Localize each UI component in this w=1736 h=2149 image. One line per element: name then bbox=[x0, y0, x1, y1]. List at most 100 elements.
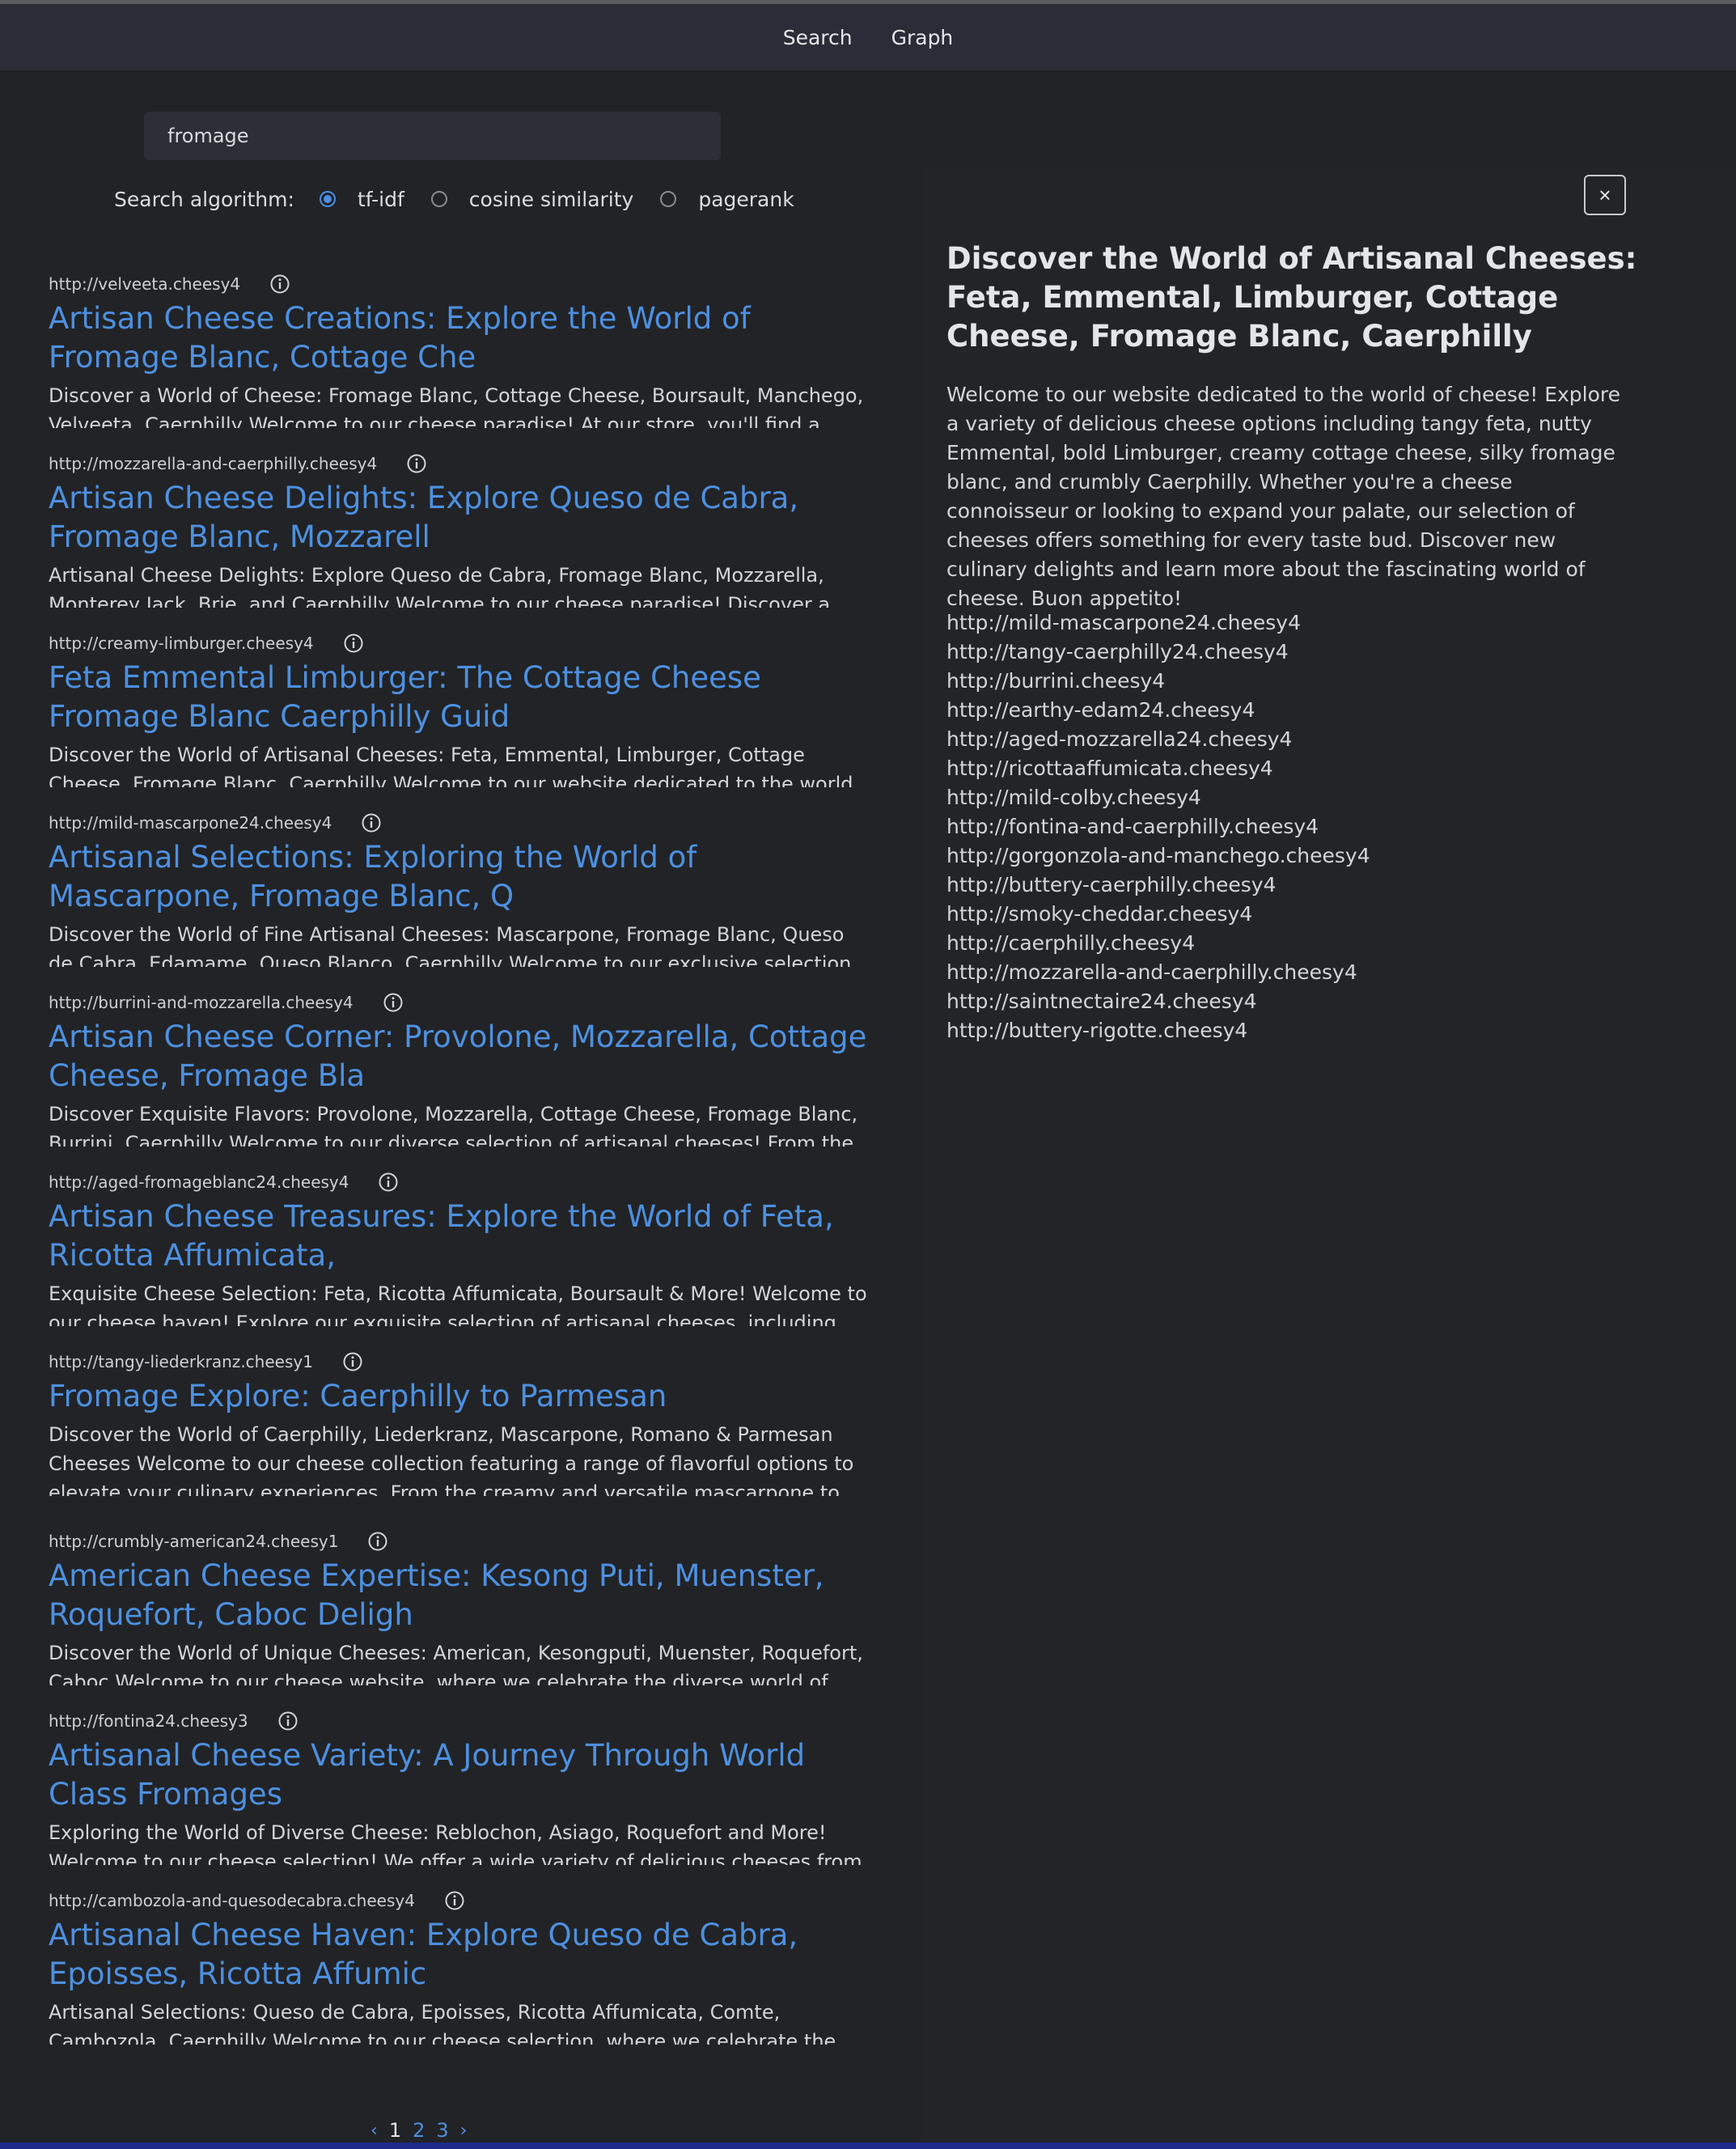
result-snippet: Artisanal Selections: Queso de Cabra, Ep… bbox=[49, 2001, 836, 2045]
bottom-strip bbox=[0, 2143, 1736, 2149]
result-url-row: http://velveeta.cheesy4 bbox=[49, 270, 874, 298]
results-list: http://velveeta.cheesy4 Artisan Cheese Cr… bbox=[49, 270, 874, 2066]
radio-pagerank-label[interactable]: pagerank bbox=[698, 188, 794, 211]
result-snippet: Discover Exquisite Flavors: Provolone, M… bbox=[49, 1103, 858, 1147]
result-item: http://burrini-and-mozzarella.cheesy4 Art… bbox=[49, 989, 874, 1168]
result-title-link[interactable]: Artisan Cheese Treasures: Explore the Wo… bbox=[49, 1197, 874, 1275]
close-detail-button[interactable]: × bbox=[1584, 175, 1626, 215]
result-url-row: http://mozzarella-and-caerphilly.cheesy4 bbox=[49, 450, 874, 477]
pagination-page-2[interactable]: 2 bbox=[413, 2119, 425, 2142]
result-snippet: Discover the World of Caerphilly, Lieder… bbox=[49, 1423, 854, 1496]
detail-link[interactable]: http://saintnectaire24.cheesy4 bbox=[946, 987, 1634, 1016]
result-title-link[interactable]: Artisanal Cheese Haven: Explore Queso de… bbox=[49, 1916, 874, 1994]
result-item: http://velveeta.cheesy4 Artisan Cheese Cr… bbox=[49, 270, 874, 450]
result-url[interactable]: http://tangy-liederkranz.cheesy1 bbox=[49, 1352, 313, 1371]
detail-link[interactable]: http://tangy-caerphilly24.cheesy4 bbox=[946, 638, 1634, 667]
result-title-link[interactable]: Artisan Cheese Corner: Provolone, Mozzar… bbox=[49, 1018, 874, 1096]
result-url[interactable]: http://crumbly-american24.cheesy1 bbox=[49, 1532, 338, 1551]
top-nav-bar: Search Graph bbox=[0, 0, 1736, 71]
result-url-row: http://fontina24.cheesy3 bbox=[49, 1707, 874, 1735]
result-url-row: http://crumbly-american24.cheesy1 bbox=[49, 1528, 874, 1555]
result-item: http://mild-mascarpone24.cheesy4 Artisana… bbox=[49, 809, 874, 989]
detail-description: Welcome to our website dedicated to the … bbox=[946, 383, 1621, 610]
result-title-link[interactable]: Artisanal Cheese Variety: A Journey Thro… bbox=[49, 1736, 874, 1814]
result-item: http://mozzarella-and-caerphilly.cheesy4… bbox=[49, 450, 874, 629]
detail-link[interactable]: http://smoky-cheddar.cheesy4 bbox=[946, 900, 1634, 929]
result-item: http://crumbly-american24.cheesy1 America… bbox=[49, 1528, 874, 1707]
result-url[interactable]: http://mild-mascarpone24.cheesy4 bbox=[49, 813, 332, 833]
result-url[interactable]: http://fontina24.cheesy3 bbox=[49, 1711, 248, 1731]
result-url[interactable]: http://cambozola-and-quesodecabra.cheesy… bbox=[49, 1891, 415, 1910]
algorithm-selector: Search algorithm: tf-idf cosine similari… bbox=[114, 184, 821, 214]
result-item: http://fontina24.cheesy3 Artisanal Cheese… bbox=[49, 1707, 874, 1887]
detail-link[interactable]: http://mild-colby.cheesy4 bbox=[946, 783, 1634, 812]
info-icon[interactable] bbox=[343, 633, 364, 654]
radio-tfidf[interactable] bbox=[319, 191, 336, 207]
detail-link[interactable]: http://buttery-caerphilly.cheesy4 bbox=[946, 871, 1634, 900]
detail-title: Discover the World of Artisanal Cheeses:… bbox=[946, 241, 1637, 354]
result-title-link[interactable]: Artisan Cheese Delights: Explore Queso d… bbox=[49, 479, 874, 557]
result-url-row: http://cambozola-and-quesodecabra.cheesy… bbox=[49, 1887, 874, 1914]
detail-link[interactable]: http://gorgonzola-and-manchego.cheesy4 bbox=[946, 841, 1634, 871]
result-snippet: Discover the World of Artisanal Cheeses:… bbox=[49, 744, 853, 787]
result-url-row: http://creamy-limburger.cheesy4 bbox=[49, 629, 874, 657]
result-url-row: http://burrini-and-mozzarella.cheesy4 bbox=[49, 989, 874, 1016]
info-icon[interactable] bbox=[444, 1890, 465, 1911]
detail-link[interactable]: http://caerphilly.cheesy4 bbox=[946, 929, 1634, 958]
result-snippet: Discover a World of Cheese: Fromage Blan… bbox=[49, 384, 864, 428]
algorithm-label: Search algorithm: bbox=[114, 187, 294, 211]
info-icon[interactable] bbox=[406, 453, 427, 474]
result-item: http://cambozola-and-quesodecabra.cheesy… bbox=[49, 1887, 874, 2066]
info-icon[interactable] bbox=[269, 273, 290, 295]
detail-link[interactable]: http://fontina-and-caerphilly.cheesy4 bbox=[946, 812, 1634, 841]
detail-link[interactable]: http://aged-mozzarella24.cheesy4 bbox=[946, 725, 1634, 754]
nav-graph-link[interactable]: Graph bbox=[891, 26, 954, 49]
result-snippet: Exquisite Cheese Selection: Feta, Ricott… bbox=[49, 1282, 867, 1326]
pagination: ‹ 1 2 3 › bbox=[370, 2116, 467, 2145]
detail-link[interactable]: http://buttery-rigotte.cheesy4 bbox=[946, 1016, 1634, 1045]
result-title-link[interactable]: Fromage Explore: Caerphilly to Parmesan bbox=[49, 1377, 874, 1416]
search-input[interactable] bbox=[167, 125, 697, 147]
detail-link[interactable]: http://earthy-edam24.cheesy4 bbox=[946, 696, 1634, 725]
search-field-container bbox=[144, 112, 721, 160]
result-snippet: Artisanal Cheese Delights: Explore Queso… bbox=[49, 564, 831, 608]
detail-links-list: http://mild-mascarpone24.cheesy4 http://t… bbox=[946, 608, 1634, 1045]
radio-cosine-similarity-label[interactable]: cosine similarity bbox=[469, 188, 634, 211]
result-item: http://creamy-limburger.cheesy4 Feta Emme… bbox=[49, 629, 874, 809]
detail-link[interactable]: http://mild-mascarpone24.cheesy4 bbox=[946, 608, 1634, 638]
result-url[interactable]: http://aged-fromageblanc24.cheesy4 bbox=[49, 1172, 349, 1192]
pagination-next-button[interactable]: › bbox=[460, 2121, 468, 2141]
radio-cosine-similarity[interactable] bbox=[430, 191, 447, 207]
nav-search-link[interactable]: Search bbox=[783, 26, 853, 49]
info-icon[interactable] bbox=[342, 1351, 363, 1372]
detail-link[interactable]: http://ricottaaffumicata.cheesy4 bbox=[946, 754, 1634, 783]
result-url[interactable]: http://creamy-limburger.cheesy4 bbox=[49, 634, 314, 653]
result-snippet: Discover the World of Fine Artisanal Che… bbox=[49, 923, 852, 967]
info-icon[interactable] bbox=[361, 812, 382, 833]
pagination-page-1[interactable]: 1 bbox=[389, 2119, 401, 2142]
result-snippet: Discover the World of Unique Cheeses: Am… bbox=[49, 1642, 863, 1685]
info-icon[interactable] bbox=[277, 1710, 299, 1731]
result-url-row: http://tangy-liederkranz.cheesy1 bbox=[49, 1348, 874, 1375]
result-url[interactable]: http://mozzarella-and-caerphilly.cheesy4 bbox=[49, 454, 377, 473]
result-url[interactable]: http://velveeta.cheesy4 bbox=[49, 274, 240, 294]
result-title-link[interactable]: Artisanal Selections: Exploring the Worl… bbox=[49, 838, 874, 916]
pagination-prev-button[interactable]: ‹ bbox=[370, 2121, 378, 2141]
pagination-page-3[interactable]: 3 bbox=[436, 2119, 448, 2142]
radio-tfidf-label[interactable]: tf-idf bbox=[358, 188, 404, 211]
info-icon[interactable] bbox=[367, 1531, 388, 1552]
result-title-link[interactable]: Feta Emmental Limburger: The Cottage Che… bbox=[49, 659, 874, 736]
detail-link[interactable]: http://burrini.cheesy4 bbox=[946, 667, 1634, 696]
result-item: http://aged-fromageblanc24.cheesy4 Artisa… bbox=[49, 1168, 874, 1348]
result-snippet: Exploring the World of Diverse Cheese: R… bbox=[49, 1821, 862, 1865]
result-url-row: http://aged-fromageblanc24.cheesy4 bbox=[49, 1168, 874, 1196]
info-icon[interactable] bbox=[383, 992, 404, 1013]
result-item: http://tangy-liederkranz.cheesy1 Fromage … bbox=[49, 1348, 874, 1528]
radio-pagerank[interactable] bbox=[660, 191, 677, 207]
result-url[interactable]: http://burrini-and-mozzarella.cheesy4 bbox=[49, 993, 354, 1012]
result-title-link[interactable]: American Cheese Expertise: Kesong Puti, … bbox=[49, 1557, 874, 1634]
result-url-row: http://mild-mascarpone24.cheesy4 bbox=[49, 809, 874, 837]
result-title-link[interactable]: Artisan Cheese Creations: Explore the Wo… bbox=[49, 299, 874, 377]
info-icon[interactable] bbox=[378, 1172, 399, 1193]
detail-link[interactable]: http://mozzarella-and-caerphilly.cheesy4 bbox=[946, 958, 1634, 987]
